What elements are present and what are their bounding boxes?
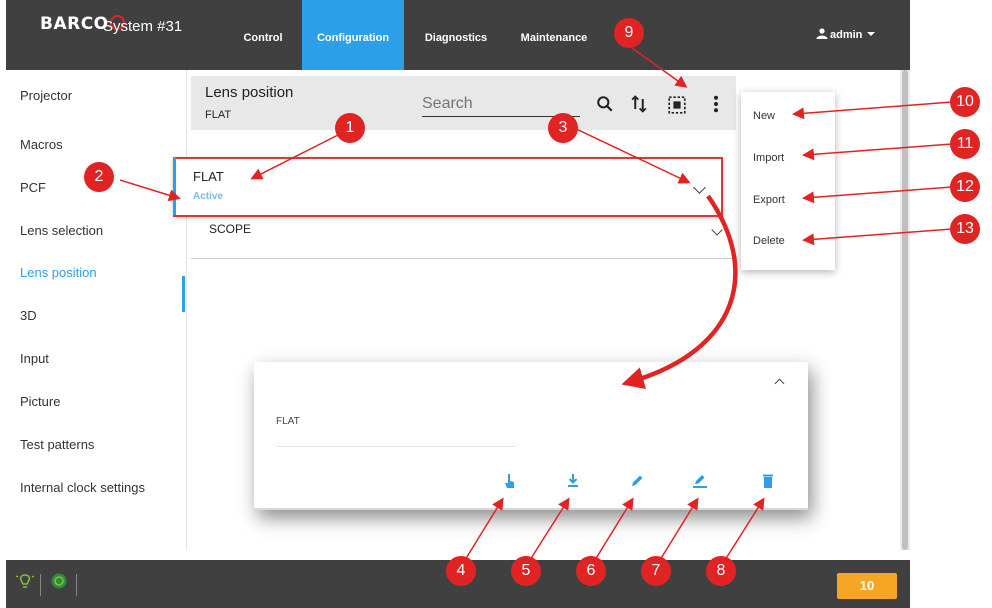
divider	[276, 446, 516, 447]
notification-badge[interactable]: 10	[837, 573, 897, 599]
callout-badge: 7	[641, 556, 671, 586]
page-subtitle: FLAT	[205, 109, 232, 121]
active-indicator	[182, 276, 185, 312]
callout-badge: 3	[548, 113, 578, 143]
scrollbar[interactable]	[900, 70, 910, 550]
rename-icon[interactable]	[692, 472, 708, 490]
user-name: admin	[830, 29, 863, 41]
callout-badge: 2	[84, 162, 114, 192]
scrollbar-thumb[interactable]	[902, 70, 908, 550]
divider	[254, 508, 808, 510]
status-label: Active	[193, 191, 224, 202]
menu-item-import[interactable]: Import	[753, 152, 784, 164]
callout-badge: 11	[950, 129, 980, 159]
lamp-icon	[16, 574, 34, 588]
sidebar-item-lens-selection[interactable]: Lens selection	[20, 223, 103, 238]
callout-badge: 6	[576, 556, 606, 586]
sidebar-item-input[interactable]: Input	[20, 351, 49, 366]
chevron-up-icon[interactable]	[774, 378, 785, 389]
user-icon	[816, 28, 828, 39]
activate-touch-icon[interactable]	[502, 472, 518, 490]
callout-badge: 8	[706, 556, 736, 586]
callout-badge: 5	[511, 556, 541, 586]
more-vertical-icon[interactable]	[707, 94, 725, 114]
menu-item-delete[interactable]: Delete	[753, 235, 785, 247]
top-bar: BARCO System #31 Control Configuration D…	[6, 0, 910, 70]
chevron-down-icon	[867, 32, 876, 36]
list-item-name: SCOPE	[209, 222, 252, 236]
chevron-down-icon[interactable]	[693, 181, 706, 194]
active-indicator	[173, 157, 176, 215]
tab-diagnostics[interactable]: Diagnostics	[410, 0, 502, 70]
sidebar-item-projector[interactable]: Projector	[20, 88, 72, 103]
download-icon[interactable]	[565, 472, 581, 490]
sidebar: Projector Macros PCF Lens selection Lens…	[6, 70, 187, 550]
callout-badge: 10	[950, 87, 980, 117]
sort-icon[interactable]	[630, 94, 648, 114]
divider	[76, 574, 77, 596]
sidebar-item-3d[interactable]: 3D	[20, 308, 37, 323]
sidebar-item-test-patterns[interactable]: Test patterns	[20, 437, 94, 452]
list-item-selected[interactable]: FLAT Active	[173, 157, 723, 217]
tab-maintenance[interactable]: Maintenance	[506, 0, 602, 70]
sidebar-item-picture[interactable]: Picture	[20, 394, 60, 409]
callout-badge: 1	[335, 113, 365, 143]
callout-badge: 12	[950, 172, 980, 202]
sidebar-item-lens-position[interactable]: Lens position	[20, 265, 97, 280]
expanded-item-name: FLAT	[276, 416, 300, 427]
tab-configuration[interactable]: Configuration	[302, 0, 404, 70]
delete-icon[interactable]	[760, 472, 776, 490]
divider	[40, 574, 41, 596]
edit-icon[interactable]	[629, 472, 645, 490]
callout-badge: 13	[950, 214, 980, 244]
select-all-icon[interactable]	[668, 95, 686, 115]
chevron-down-icon[interactable]	[711, 224, 723, 236]
page-title: Lens position	[205, 84, 294, 101]
sidebar-item-macros[interactable]: Macros	[20, 137, 63, 152]
user-menu[interactable]: admin	[816, 28, 876, 41]
sidebar-item-internal-clock-settings[interactable]: Internal clock settings	[20, 480, 145, 495]
list-item[interactable]: SCOPE	[191, 214, 736, 259]
menu-item-new[interactable]: New	[753, 110, 775, 122]
search-icon[interactable]	[596, 94, 614, 114]
callout-badge: 9	[614, 18, 644, 48]
callout-badge: 4	[446, 556, 476, 586]
expanded-item-panel: FLAT	[254, 362, 808, 510]
system-title: System #31	[103, 18, 183, 35]
logo-text: BARCO	[40, 14, 109, 34]
sidebar-item-pcf[interactable]: PCF	[20, 180, 46, 195]
list-item-name: FLAT	[193, 169, 224, 184]
menu-item-export[interactable]: Export	[753, 194, 785, 206]
overflow-menu: New Import Export Delete	[741, 92, 835, 270]
power-status-icon	[51, 573, 67, 589]
tab-control[interactable]: Control	[230, 0, 296, 70]
